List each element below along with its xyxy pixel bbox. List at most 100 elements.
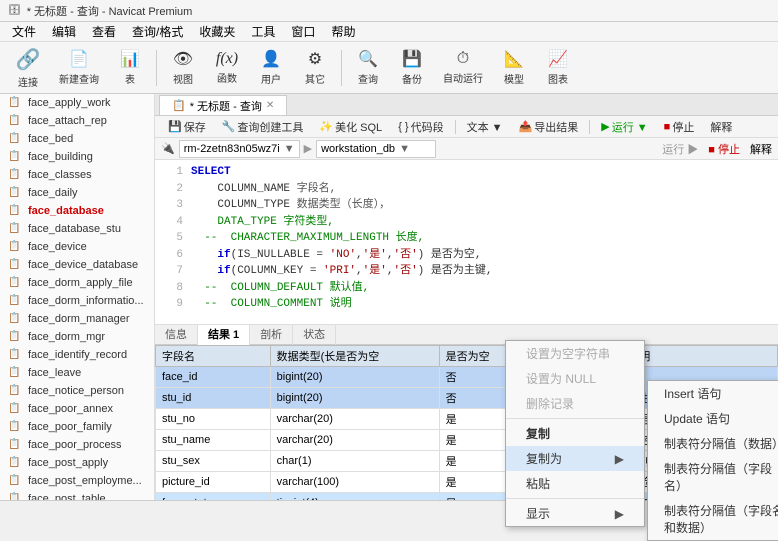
sidebar-item-face_device[interactable]: 📋 face_device [0,238,154,256]
sub-item-tab-data[interactable]: 制表符分隔值（数据） [648,431,778,456]
run-btn[interactable]: ▶ 运行 ▼ [594,118,654,136]
sidebar-item-face_daily[interactable]: 📋 face_daily [0,184,154,202]
text-mode-label: 文本 ▼ [467,119,503,135]
db-select[interactable]: workstation_db ▼ [316,140,436,158]
stop-btn[interactable]: ■ 停止 [657,118,702,136]
menu-item-窗口[interactable]: 窗口 [283,22,323,42]
res-tab-status[interactable]: 状态 [293,325,336,345]
save-label: 保存 [184,119,206,135]
sidebar-item-face_leave[interactable]: 📋 face_leave [0,364,154,382]
sidebar-item-face_notice_person[interactable]: 📋 face_notice_person [0,382,154,400]
user-btn[interactable]: 👤 用户 [251,46,291,90]
menu-item-查询/格式[interactable]: 查询/格式 [124,22,191,42]
beautify-btn[interactable]: ✨ 美化 SQL [312,118,389,136]
ctx-set-null[interactable]: 设置为 NULL [506,366,644,391]
backup-btn[interactable]: 💾 备份 [392,46,432,90]
table-small-icon: 📋 [8,133,24,145]
res-tab-profile[interactable]: 剖析 [250,325,293,345]
sidebar-item-face_database_stu[interactable]: 📋 face_database_stu [0,220,154,238]
menu-item-编辑[interactable]: 编辑 [44,22,84,42]
auto-run-icon: ⏱ [457,50,469,68]
sub-item-label: 制表符分隔值（字段名） [664,462,772,493]
export-icon: 📤 [519,120,533,133]
other-btn[interactable]: ⚙ 其它 [295,46,335,90]
code-editor[interactable]: 1SELECT 2 COLUMN_NAME 字段名, 3 COLUMN_TYPE… [155,160,778,325]
connect-btn[interactable]: 🔗 连接 [8,46,48,90]
table-small-icon: 📋 [8,241,24,253]
sub-item-insert[interactable]: Insert 语句 [648,381,778,406]
table-small-icon: 📋 [8,493,24,500]
sidebar-item-face_post_table[interactable]: 📋 face_post_table [0,490,154,500]
sidebar-item-face_building[interactable]: 📋 face_building [0,148,154,166]
code-line-5: 5 -- CHARACTER_MAXIMUM_LENGTH 长度, [163,230,770,247]
new-query-btn[interactable]: 📄 新建查询 [52,46,106,90]
menu-item-文件[interactable]: 文件 [4,22,44,42]
conn-bar: 🔌 rm-2zetn83n05wz7i ▼ ▶ workstation_db ▼… [155,138,778,160]
query-btn[interactable]: 🔍 查询 [348,46,388,90]
sidebar-item-face_classes[interactable]: 📋 face_classes [0,166,154,184]
query-builder-btn[interactable]: 🔧 查询创建工具 [215,118,311,136]
chart-btn[interactable]: 📈 图表 [538,46,578,90]
view-label: 视图 [173,71,193,86]
res-tab-result1[interactable]: 结果 1 [198,325,250,345]
col-header-type: 数据类型(长是否为空 [270,346,439,367]
ctx-set-empty-string[interactable]: 设置为空字符串 [506,341,644,366]
export-btn[interactable]: 📤 导出结果 [512,118,586,136]
sidebar-item-face_attach_rep[interactable]: 📋 face_attach_rep [0,112,154,130]
sidebar-item-face_dorm_informatio[interactable]: 📋 face_dorm_informatio... [0,292,154,310]
sidebar-item-face_poor_process[interactable]: 📋 face_poor_process [0,436,154,454]
ctx-label: 复制 [526,425,550,442]
code-snippet-icon: { } [398,121,408,133]
cell-type: varchar(20) [270,409,439,430]
sidebar-item-face_identify_record[interactable]: 📋 face_identify_record [0,346,154,364]
query-tab-active[interactable]: 📋 * 无标题 - 查询 ✕ [159,95,287,115]
sidebar-item-label: face_poor_annex [28,403,113,415]
sidebar-item-face_dorm_apply_file[interactable]: 📋 face_dorm_apply_file [0,274,154,292]
code-snippet-btn[interactable]: { } 代码段 [391,118,450,136]
sub-item-update[interactable]: Update 语句 [648,406,778,431]
sidebar-item-face_dorm_manager[interactable]: 📋 face_dorm_manager [0,310,154,328]
ctx-copy-as[interactable]: 复制为 ▶ [506,446,644,471]
sidebar-item-face_poor_annex[interactable]: 📋 face_poor_annex [0,400,154,418]
text-mode-btn[interactable]: 文本 ▼ [460,118,510,136]
stop-icon: ■ [664,121,671,133]
menu-item-收藏夹[interactable]: 收藏夹 [191,22,243,42]
code-line-7: 7 if(COLUMN_KEY = 'PRI','是','否') 是否为主键, [163,263,770,280]
other-icon: ⚙ [308,49,322,69]
ctx-label: 显示 [526,505,550,522]
auto-run-btn[interactable]: ⏱ 自动运行 [436,46,490,90]
tab-close-btn[interactable]: ✕ [266,100,274,111]
sidebar-item-face_poor_family[interactable]: 📋 face_poor_family [0,418,154,436]
sidebar-item-face_post_employment[interactable]: 📋 face_post_employme... [0,472,154,490]
menu-item-工具[interactable]: 工具 [243,22,283,42]
sidebar-item-face_apply_work[interactable]: 📋 face_apply_work [0,94,154,112]
menu-item-帮助[interactable]: 帮助 [323,22,363,42]
view-btn[interactable]: 👁 视图 [163,46,203,90]
save-btn[interactable]: 💾 保存 [161,118,213,136]
arrow-sep: ▶ [304,142,312,155]
sidebar-item-face_dorm_mgr[interactable]: 📋 face_dorm_mgr [0,328,154,346]
ctx-show[interactable]: 显示 ▶ [506,501,644,526]
sidebar-item-face_database[interactable]: 📋 face_database [0,202,154,220]
conn-select[interactable]: rm-2zetn83n05wz7i ▼ [179,140,300,158]
query-label: 查询 [358,71,378,86]
query-builder-label: 查询创建工具 [237,119,303,135]
ctx-copy[interactable]: 复制 [506,421,644,446]
sidebar-item-face_post_apply[interactable]: 📋 face_post_apply [0,454,154,472]
sidebar-item-face_bed[interactable]: 📋 face_bed [0,130,154,148]
sidebar-item-label: face_apply_work [28,97,111,109]
res-tab-info[interactable]: 信息 [155,325,198,345]
func-btn[interactable]: f(x) 函数 [207,46,247,90]
sub-item-tab-both[interactable]: 制表符分隔值（字段名和数据） [648,498,778,540]
ctx-delete-record[interactable]: 删除记录 [506,391,644,416]
explain-btn[interactable]: 解释 [703,118,739,136]
model-btn[interactable]: 📐 模型 [494,46,534,90]
ctx-sep-2 [506,498,644,499]
save-icon: 💾 [168,120,182,133]
menu-item-查看[interactable]: 查看 [84,22,124,42]
ctx-sep-1 [506,418,644,419]
ctx-paste[interactable]: 粘贴 [506,471,644,496]
table-btn[interactable]: 📊 表 [110,46,150,90]
sub-item-tab-fields[interactable]: 制表符分隔值（字段名） [648,456,778,498]
sidebar-item-face_device_database[interactable]: 📋 face_device_database [0,256,154,274]
